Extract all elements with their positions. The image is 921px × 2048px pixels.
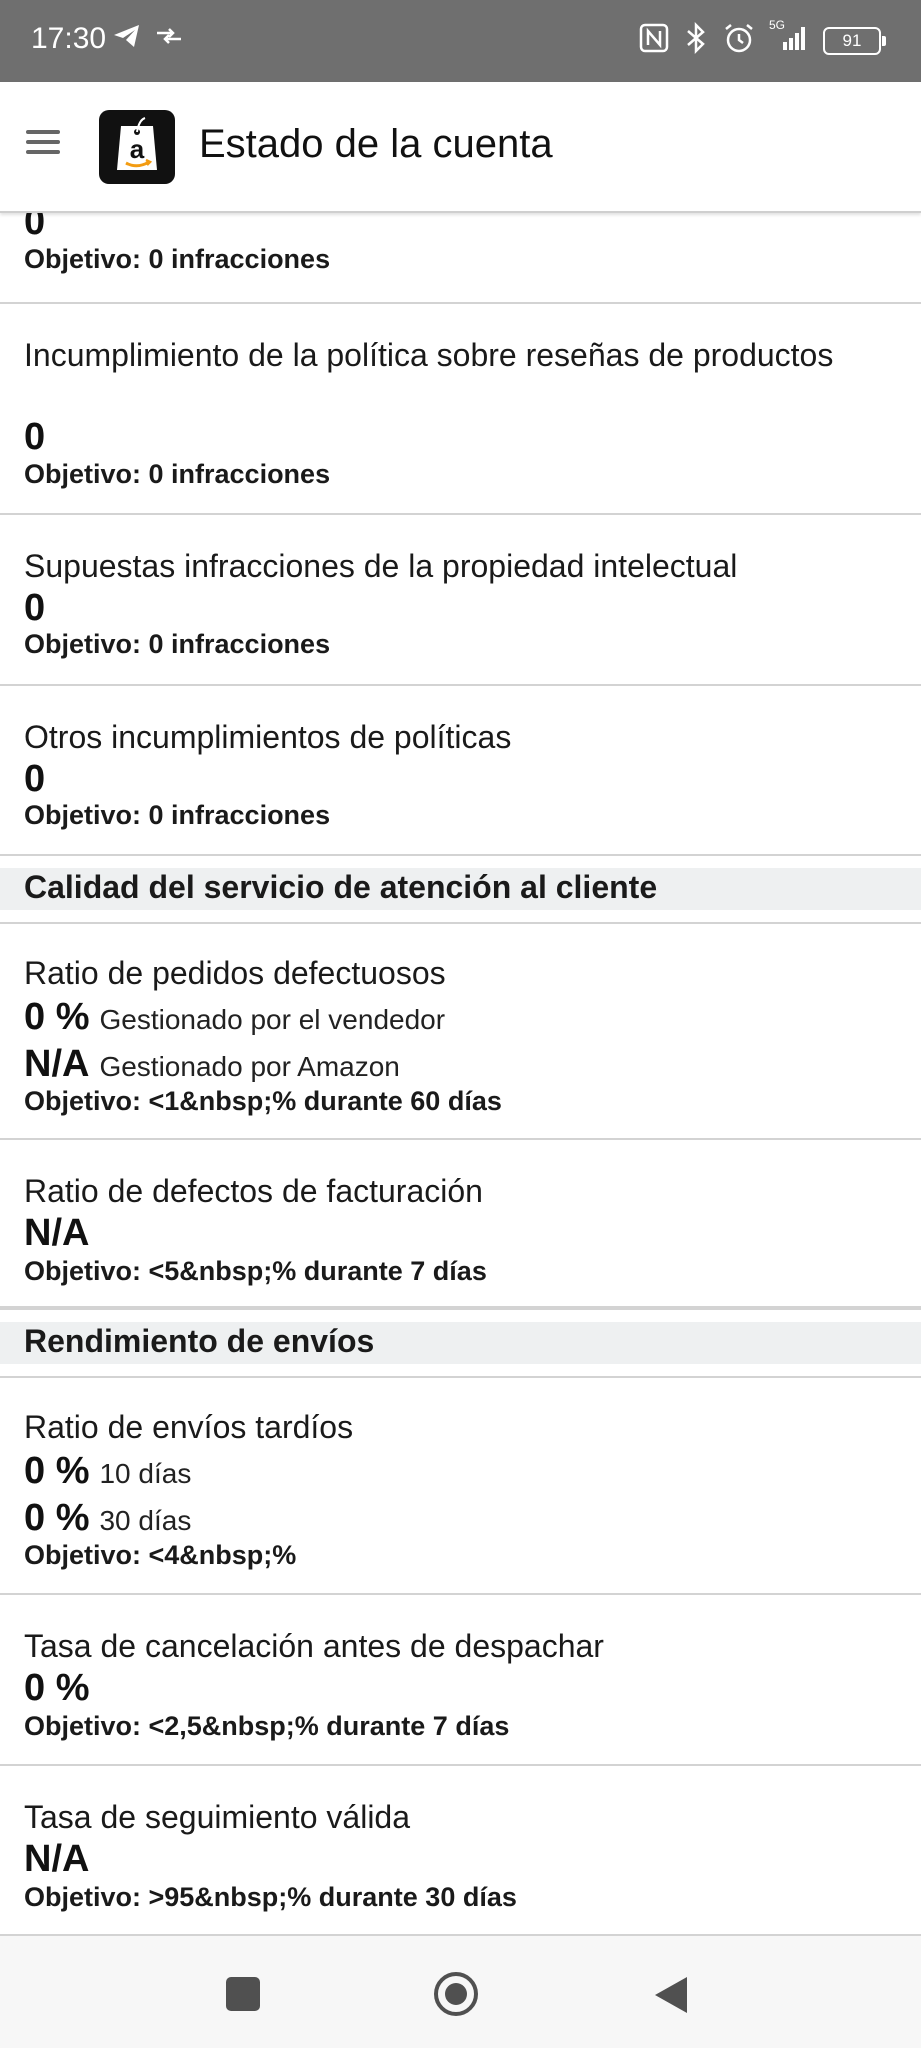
metric-card-valid-tracking-rate[interactable]: Tasa de seguimiento válida N/A Objetivo:…: [0, 1766, 921, 1936]
metric-title: Ratio de defectos de facturación: [24, 1173, 483, 1209]
metric-value: N/A: [24, 1043, 90, 1085]
section-title: Rendimiento de envíos: [24, 1323, 375, 1359]
metric-title: Tasa de seguimiento válida: [24, 1799, 411, 1835]
metric-card-invoice-defect-rate[interactable]: Ratio de defectos de facturación N/A Obj…: [0, 1140, 921, 1308]
svg-text:a: a: [130, 134, 145, 164]
metric-value: 0 %: [24, 1667, 90, 1709]
telegram-icon: [113, 24, 141, 53]
account-health-content[interactable]: 0 Objetivo: 0 infracciones Incumplimient…: [0, 211, 921, 1936]
metric-sublabel: Gestionado por Amazon: [99, 1051, 400, 1082]
metric-target: Objetivo: <2,5&nbsp;% durante 7 días: [24, 1711, 510, 1741]
network-type: 5G: [769, 18, 786, 32]
metric-target: Objetivo: >95&nbsp;% durante 30 días: [24, 1882, 517, 1912]
metric-value: 0: [24, 587, 46, 629]
metric-sublabel: 10 días: [99, 1458, 192, 1489]
metric-title: Tasa de cancelación antes de despachar: [24, 1628, 604, 1664]
metric-value: 0 %: [24, 1450, 90, 1492]
back-button[interactable]: [651, 1974, 691, 2016]
amazon-seller-logo: a: [99, 110, 175, 184]
metric-value: 0: [24, 211, 46, 243]
section-header-customer-service: Calidad del servicio de atención al clie…: [0, 854, 921, 924]
metric-target: Objetivo: 0 infracciones: [24, 459, 331, 489]
metric-value: 0: [24, 758, 46, 800]
metric-target: Objetivo: 0 infracciones: [24, 800, 331, 830]
metric-card-late-shipment-rate[interactable]: Ratio de envíos tardíos 0 % 10 días 0 % …: [0, 1376, 921, 1595]
hamburger-menu-icon[interactable]: [26, 130, 60, 158]
metric-value: N/A: [24, 1212, 90, 1254]
metric-value: 0 %: [24, 1497, 90, 1539]
metric-title: Ratio de envíos tardíos: [24, 1409, 354, 1445]
metric-card-other-policy[interactable]: Otros incumplimientos de políticas 0 Obj…: [0, 686, 921, 856]
nfc-icon: [639, 23, 669, 58]
battery-icon: 91: [823, 26, 886, 55]
bluetooth-icon: [683, 21, 709, 59]
metric-target: Objetivo: <1&nbsp;% durante 60 días: [24, 1086, 502, 1116]
metric-title: Otros incumplimientos de políticas: [24, 719, 512, 755]
recents-button[interactable]: [226, 1977, 260, 2011]
metric-card-ip-infringements[interactable]: Supuestas infracciones de la propiedad i…: [0, 515, 921, 686]
app-bar: a Estado de la cuenta: [0, 82, 921, 213]
status-bar: 17:30 5G 91: [0, 0, 921, 82]
section-header-shipping: Rendimiento de envíos: [0, 1308, 921, 1378]
metric-target: Objetivo: <5&nbsp;% durante 7 días: [24, 1256, 487, 1286]
metric-sublabel: Gestionado por el vendedor: [99, 1004, 446, 1035]
metric-title: Incumplimiento de la política sobre rese…: [24, 337, 834, 373]
metric-value: 0 %: [24, 996, 90, 1038]
status-time: 17:30: [31, 22, 107, 55]
metric-value: N/A: [24, 1838, 90, 1880]
metric-title: Ratio de pedidos defectuosos: [24, 955, 446, 991]
alarm-icon: [723, 22, 755, 59]
signal-icon: 5G: [769, 18, 809, 57]
section-title: Calidad del servicio de atención al clie…: [24, 869, 658, 905]
metric-value: 0: [24, 416, 46, 458]
metric-sublabel: 30 días: [99, 1505, 192, 1536]
home-button[interactable]: [433, 1971, 479, 2017]
metric-card-pre-fulfillment-cancel-rate[interactable]: Tasa de cancelación antes de despachar 0…: [0, 1595, 921, 1766]
system-nav-bar: [0, 1936, 921, 2048]
metric-title: Supuestas infracciones de la propiedad i…: [24, 548, 738, 584]
page-title: Estado de la cuenta: [199, 122, 553, 166]
metric-target: Objetivo: 0 infracciones: [24, 629, 331, 659]
metric-card-review-policy[interactable]: Incumplimiento de la política sobre rese…: [0, 304, 921, 515]
data-transfer-icon: [155, 25, 183, 52]
metric-target: Objetivo: 0 infracciones: [24, 244, 331, 274]
metric-target: Objetivo: <4&nbsp;%: [24, 1540, 297, 1570]
metric-card-order-defect-rate[interactable]: Ratio de pedidos defectuosos 0 % Gestion…: [0, 922, 921, 1140]
metric-card-partial: 0 Objetivo: 0 infracciones: [0, 211, 921, 304]
